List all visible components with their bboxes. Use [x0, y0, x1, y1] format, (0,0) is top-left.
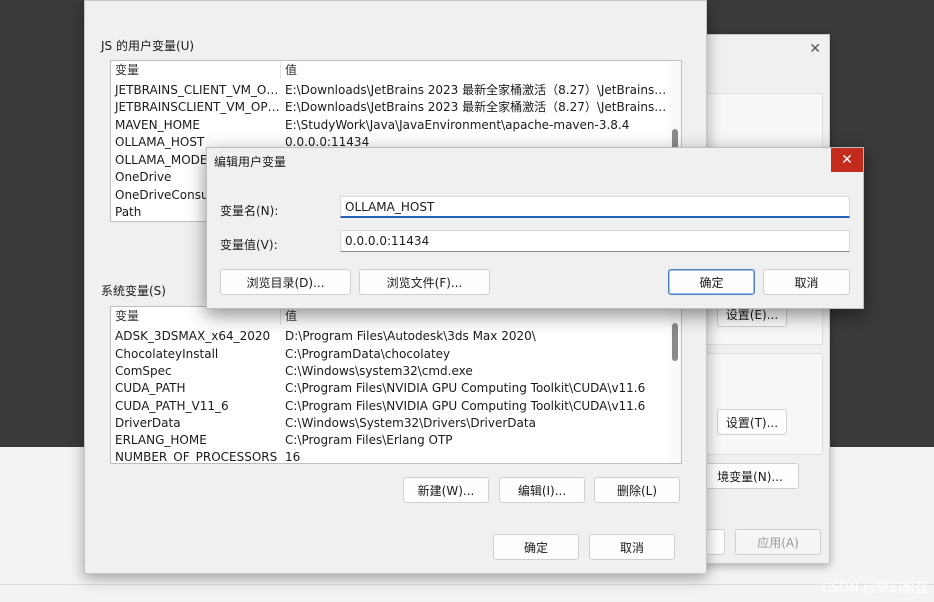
table-row[interactable]: ADSK_3DSMAX_x64_2020 D:\Program Files\Aut… [111, 327, 667, 344]
settings-t-button[interactable]: 设置(T)... [717, 409, 787, 435]
desktop-divider [0, 584, 934, 585]
variable-value-label: 变量值(V): [220, 238, 278, 252]
table-row[interactable]: CUDA_PATH C:\Program Files\NVIDIA GPU Com… [111, 379, 667, 396]
variable-name-input[interactable] [340, 196, 850, 218]
column-header-value[interactable]: 值 [281, 61, 667, 79]
table-row[interactable]: ChocolateyInstall C:\ProgramData\chocolat… [111, 345, 667, 362]
table-row[interactable]: DriverData C:\Windows\System32\Drivers\Dr… [111, 414, 667, 431]
table-row[interactable]: ERLANG_HOME C:\Program Files\Erlang OTP [111, 431, 667, 448]
edit-user-variable-dialog: 编辑用户变量 ✕ 变量名(N): 变量值(V): 浏览目录(D)... 浏览文件… [206, 147, 864, 309]
system-variables-list[interactable]: 变量 值 ADSK_3DSMAX_x64_2020 D:\Program File… [110, 306, 682, 464]
table-row[interactable]: CUDA_PATH_V11_6 C:\Program Files\NVIDIA G… [111, 397, 667, 414]
column-header-value[interactable]: 值 [281, 307, 667, 325]
table-row[interactable]: NUMBER_OF_PROCESSORS 16 [111, 448, 667, 464]
close-icon[interactable]: ✕ [809, 41, 821, 57]
ok-button[interactable]: 确定 [668, 269, 755, 295]
browse-file-button[interactable]: 浏览文件(F)... [359, 269, 490, 295]
browse-directory-button[interactable]: 浏览目录(D)... [220, 269, 351, 295]
column-header-variable[interactable]: 变量 [111, 307, 281, 325]
user-variables-label: JS 的用户变量(U) [101, 39, 195, 53]
table-header: 变量 值 [111, 307, 667, 325]
startup-recovery-panel [697, 353, 823, 455]
title-bar [85, 1, 706, 11]
table-row[interactable]: ComSpec C:\Windows\system32\cmd.exe [111, 362, 667, 379]
variable-value-input[interactable] [340, 230, 850, 252]
dialog-title: 编辑用户变量 [214, 155, 287, 169]
environment-variables-button[interactable]: 境变量(N)... [701, 463, 799, 489]
delete-variable-button[interactable]: 删除(L) [594, 477, 680, 503]
column-header-variable[interactable]: 变量 [111, 61, 281, 79]
ok-button[interactable]: 确定 [493, 534, 579, 560]
watermark: CSDN @梦幻蔚蓝 [821, 581, 928, 596]
cancel-button[interactable]: 取消 [589, 534, 675, 560]
scrollbar-thumb[interactable] [672, 323, 678, 361]
apply-button[interactable]: 应用(A) [735, 529, 821, 555]
new-variable-button[interactable]: 新建(W)... [403, 477, 489, 503]
table-header: 变量 值 [111, 61, 667, 79]
edit-variable-button[interactable]: 编辑(I)... [499, 477, 585, 503]
variable-name-label: 变量名(N): [220, 204, 279, 218]
cancel-button[interactable]: 取消 [763, 269, 850, 295]
close-icon[interactable]: ✕ [831, 148, 863, 172]
table-row[interactable]: JETBRAINSCLIENT_VM_OPTI... E:\Downloads\J… [111, 98, 667, 115]
table-row[interactable]: MAVEN_HOME E:\StudyWork\Java\JavaEnvironm… [111, 116, 667, 133]
system-variables-label: 系统变量(S) [101, 284, 166, 298]
table-row[interactable]: JETBRAINS_CLIENT_VM_OPTI... E:\Downloads\… [111, 81, 667, 98]
scrollbar[interactable] [669, 307, 681, 463]
